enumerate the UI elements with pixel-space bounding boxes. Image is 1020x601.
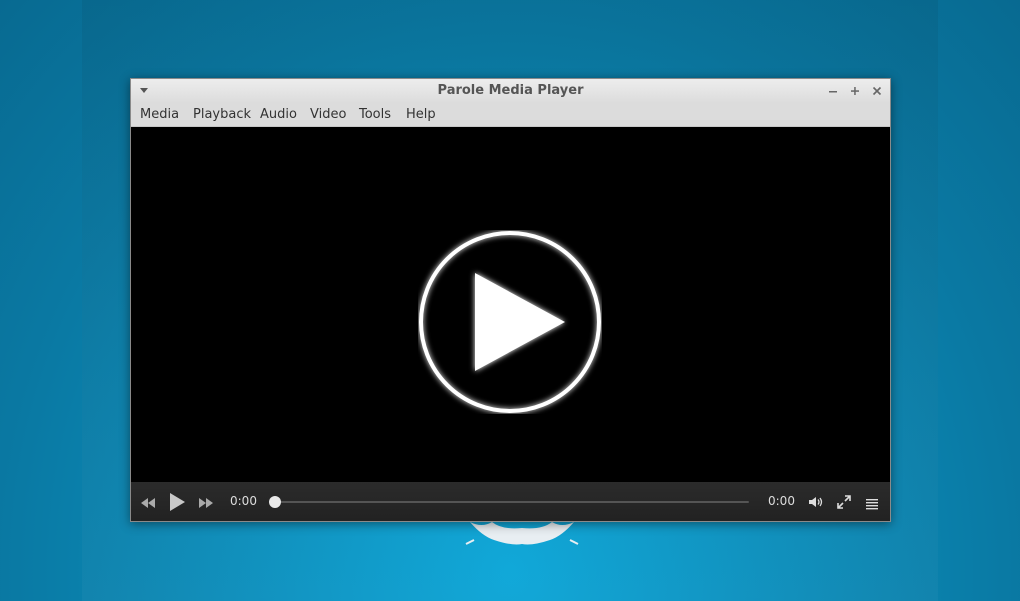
seek-handle[interactable] — [269, 496, 281, 508]
menu-playback[interactable]: Playback — [193, 107, 251, 122]
titlebar[interactable]: Parole Media Player — [131, 79, 890, 103]
duration-time: 0:00 — [768, 494, 795, 508]
menu-audio[interactable]: Audio — [260, 107, 297, 122]
menu-help[interactable]: Help — [406, 107, 436, 122]
media-player-window: Parole Media Player Media Playback Audio… — [130, 78, 891, 522]
fast-forward-icon[interactable] — [198, 495, 214, 514]
menu-media[interactable]: Media — [140, 107, 179, 122]
volume-icon[interactable] — [808, 494, 824, 513]
fullscreen-icon[interactable] — [837, 494, 851, 513]
menu-video[interactable]: Video — [310, 107, 346, 122]
play-icon[interactable] — [168, 492, 186, 516]
close-icon[interactable] — [870, 84, 884, 98]
maximize-icon[interactable] — [848, 84, 862, 98]
window-title: Parole Media Player — [437, 83, 584, 98]
video-area[interactable] — [131, 127, 890, 482]
playlist-icon[interactable] — [865, 495, 879, 514]
rewind-icon[interactable] — [140, 495, 156, 514]
playback-controls: 0:00 0:00 — [131, 482, 890, 521]
minimize-icon[interactable] — [826, 84, 840, 98]
menu-tools[interactable]: Tools — [359, 107, 391, 122]
mascot-image — [465, 522, 579, 545]
position-time: 0:00 — [230, 494, 257, 508]
menubar: Media Playback Audio Video Tools Help — [131, 103, 890, 127]
play-overlay-icon[interactable] — [418, 230, 602, 414]
seek-bar[interactable] — [275, 501, 749, 503]
